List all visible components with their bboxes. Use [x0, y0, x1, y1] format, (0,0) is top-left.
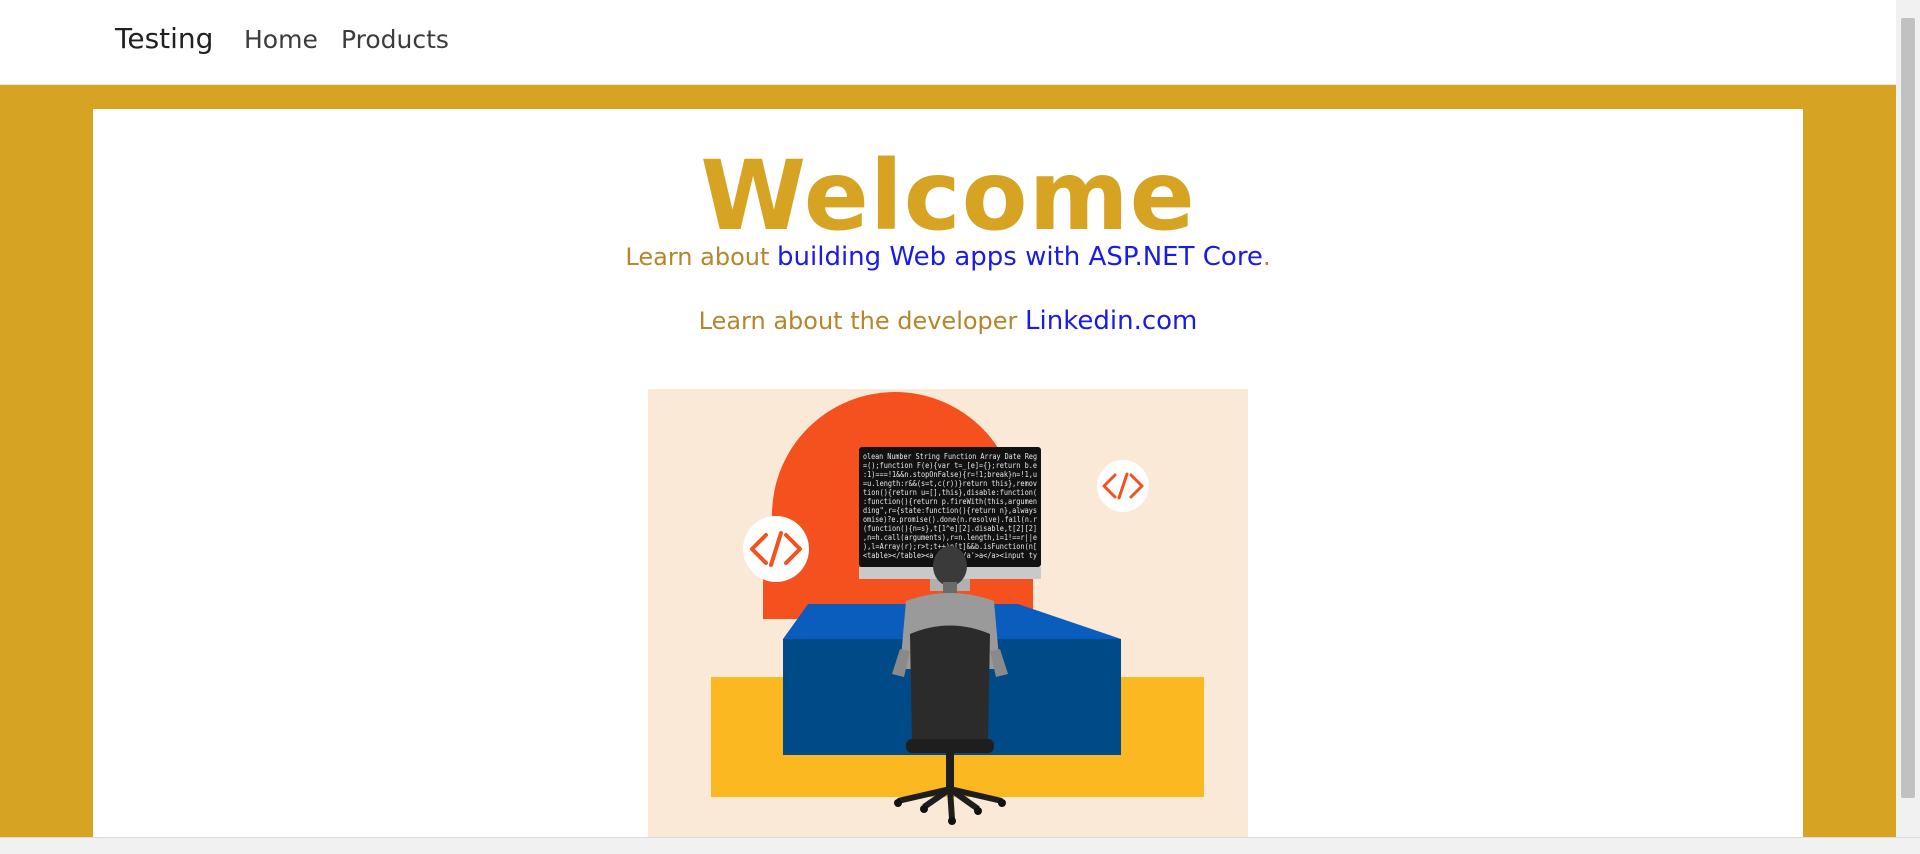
code-line: ding",r={state:function(){return n},alwa… [863, 506, 1037, 515]
line1-suffix: . [1262, 243, 1271, 271]
navbar: Testing Home Products [0, 0, 1896, 85]
horizontal-scrollbar[interactable] [0, 837, 1920, 854]
linkedin-link[interactable]: Linkedin.com [1025, 306, 1197, 336]
code-line: olean Number String Function Array Date … [863, 452, 1037, 461]
aspnet-docs-link[interactable]: building Web apps with ASP.NET Core [777, 242, 1263, 272]
line1-prefix: Learn about [625, 243, 778, 271]
nav-link-products[interactable]: Products [341, 25, 449, 54]
code-line: =u.length:r&&(s=t,c(r))}return this},rem… [863, 479, 1037, 488]
monitor-code: olean Number String Function Array Date … [863, 452, 1037, 560]
learn-about-aspnet-line: Learn about building Web apps with ASP.N… [93, 241, 1803, 273]
code-line: tion(){return u=[],this},disable:functio… [863, 488, 1037, 497]
code-line: omise)?e.promise().done(n.resolve).fail(… [863, 515, 1037, 524]
code-line: (function(){n=s},t[1^e][2].disable,t[2][… [863, 524, 1037, 533]
welcome-heading: Welcome [700, 140, 1196, 252]
developer-illustration: olean Number String Function Array Date … [648, 389, 1248, 839]
vertical-scrollbar[interactable] [1896, 0, 1920, 837]
content-card: Welcome Learn about building Web apps wi… [93, 109, 1803, 839]
line2-prefix: Learn about the developer [698, 307, 1026, 335]
code-line: :function(){return p.fireWith(this,argum… [863, 497, 1037, 506]
nav-link-home[interactable]: Home [244, 25, 318, 54]
page-background: Welcome Learn about building Web apps wi… [0, 85, 1896, 839]
code-line: :1)===!1&&n.stopOnFalse){r=!1;break}n=!1… [863, 470, 1037, 479]
code-line: ,n=h.call(arguments),r=n.length,i=1!==r|… [863, 533, 1037, 542]
learn-about-developer-line: Learn about the developer Linkedin.com [93, 305, 1803, 337]
vertical-scrollbar-thumb[interactable] [1901, 18, 1915, 798]
code-line: =();function F(e){var t=_[e]={};return b… [863, 461, 1037, 470]
developer-illustration-svg: olean Number String Function Array Date … [711, 392, 1204, 825]
brand-link[interactable]: Testing [115, 22, 213, 55]
